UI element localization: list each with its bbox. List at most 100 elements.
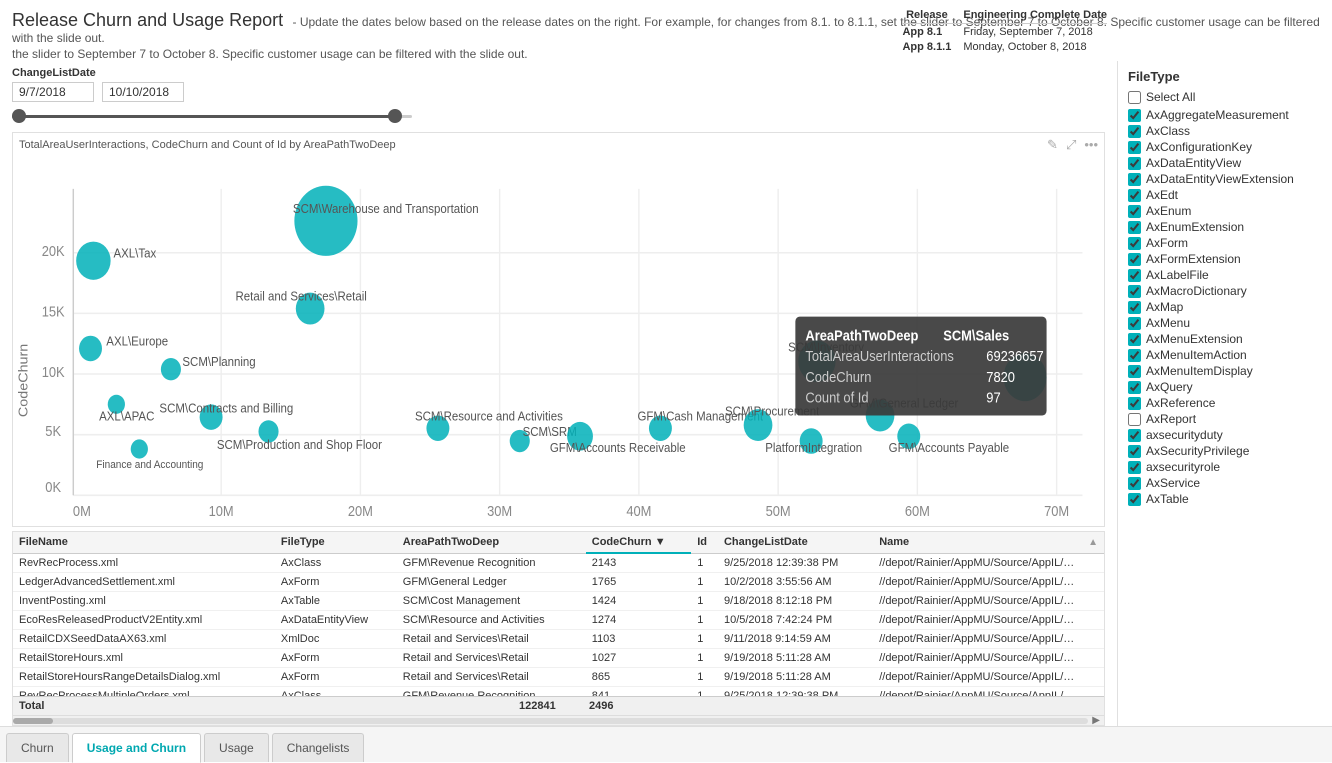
filetype-item[interactable]: AxMenuItemDisplay bbox=[1128, 363, 1322, 379]
filetype-item[interactable]: AxClass bbox=[1128, 123, 1322, 139]
filetype-item[interactable]: AxReport bbox=[1128, 411, 1322, 427]
svg-text:CodeChurn: CodeChurn bbox=[805, 369, 871, 385]
filetype-checkbox[interactable] bbox=[1128, 221, 1141, 234]
svg-text:0K: 0K bbox=[45, 479, 61, 495]
filetype-label: AxMenu bbox=[1146, 316, 1190, 330]
bubble-finance[interactable] bbox=[131, 439, 148, 458]
table-row[interactable]: RetailStoreHours.xml AxForm Retail and S… bbox=[13, 649, 1104, 668]
filetype-checkbox[interactable] bbox=[1128, 317, 1141, 330]
cell-filetype: AxTable bbox=[275, 592, 397, 611]
select-all-item[interactable]: Select All bbox=[1128, 89, 1322, 105]
filetype-item[interactable]: AxLabelFile bbox=[1128, 267, 1322, 283]
filetype-item[interactable]: AxMenuExtension bbox=[1128, 331, 1322, 347]
filetype-checkbox[interactable] bbox=[1128, 269, 1141, 282]
filetype-item[interactable]: AxFormExtension bbox=[1128, 251, 1322, 267]
filetype-checkbox[interactable] bbox=[1128, 205, 1141, 218]
cell-id: 1 bbox=[691, 687, 718, 697]
table-row[interactable]: RetailCDXSeedDataAX63.xml XmlDoc Retail … bbox=[13, 630, 1104, 649]
filetype-checkbox[interactable] bbox=[1128, 173, 1141, 186]
filetype-title: FileType bbox=[1128, 69, 1322, 84]
table-row[interactable]: EcoResReleasedProductV2Entity.xml AxData… bbox=[13, 611, 1104, 630]
filetype-item[interactable]: AxService bbox=[1128, 475, 1322, 491]
filetype-label: AxReport bbox=[1146, 412, 1196, 426]
filetype-label: AxDataEntityView bbox=[1146, 156, 1241, 170]
filetype-item[interactable]: AxDataEntityViewExtension bbox=[1128, 171, 1322, 187]
svg-text:CodeChurn: CodeChurn bbox=[16, 344, 30, 417]
filetype-checkbox[interactable] bbox=[1128, 157, 1141, 170]
tab-usage[interactable]: Usage bbox=[204, 733, 269, 762]
filetype-checkbox[interactable] bbox=[1128, 285, 1141, 298]
svg-text:0M: 0M bbox=[73, 503, 91, 519]
filetype-checkbox[interactable] bbox=[1128, 493, 1141, 506]
filetype-checkbox[interactable] bbox=[1128, 445, 1141, 458]
filetype-item[interactable]: AxAggregateMeasurement bbox=[1128, 107, 1322, 123]
slider-thumb-right[interactable] bbox=[388, 109, 402, 123]
cell-area: GFM\Revenue Recognition bbox=[397, 687, 586, 697]
table-row[interactable]: LedgerAdvancedSettlement.xml AxForm GFM\… bbox=[13, 573, 1104, 592]
filetype-checkbox[interactable] bbox=[1128, 429, 1141, 442]
filetype-item[interactable]: AxMenu bbox=[1128, 315, 1322, 331]
tab-changelists[interactable]: Changelists bbox=[272, 733, 365, 762]
filetype-checkbox[interactable] bbox=[1128, 461, 1141, 474]
filetype-checkbox[interactable] bbox=[1128, 413, 1141, 426]
bubble-scm-warehouse[interactable] bbox=[294, 186, 357, 256]
chart-expand-icon[interactable]: ⤢ bbox=[1066, 137, 1076, 153]
filetype-label: AxSecurityPrivilege bbox=[1146, 444, 1249, 458]
filetype-item[interactable]: AxMap bbox=[1128, 299, 1322, 315]
filetype-checkbox[interactable] bbox=[1128, 189, 1141, 202]
cell-id: 1 bbox=[691, 668, 718, 687]
svg-text:10K: 10K bbox=[42, 365, 65, 381]
filetype-item[interactable]: AxEnum bbox=[1128, 203, 1322, 219]
cell-name: //depot/Rainier/AppMU/Source/AppIL/Meta bbox=[873, 592, 1082, 611]
filetype-item[interactable]: AxEdt bbox=[1128, 187, 1322, 203]
cell-filename: RetailStoreHours.xml bbox=[13, 649, 275, 668]
filetype-item[interactable]: AxTable bbox=[1128, 491, 1322, 507]
filetype-checkbox[interactable] bbox=[1128, 237, 1141, 250]
data-table: FileName FileType AreaPathTwoDeep CodeCh… bbox=[13, 532, 1104, 696]
select-all-checkbox[interactable] bbox=[1128, 91, 1141, 104]
svg-text:AXL\Europe: AXL\Europe bbox=[106, 334, 168, 349]
filetype-item[interactable]: AxEnumExtension bbox=[1128, 219, 1322, 235]
filetype-item[interactable]: AxForm bbox=[1128, 235, 1322, 251]
tab-churn[interactable]: Churn bbox=[6, 733, 69, 762]
filetype-item[interactable]: AxMacroDictionary bbox=[1128, 283, 1322, 299]
filetype-item[interactable]: axsecurityrole bbox=[1128, 459, 1322, 475]
table-row[interactable]: InventPosting.xml AxTable SCM\Cost Manag… bbox=[13, 592, 1104, 611]
chart-title: TotalAreaUserInteractions, CodeChurn and… bbox=[19, 139, 396, 151]
date-to-input[interactable] bbox=[102, 82, 184, 102]
filetype-checkbox[interactable] bbox=[1128, 477, 1141, 490]
filetype-checkbox[interactable] bbox=[1128, 109, 1141, 122]
filetype-item[interactable]: AxMenuItemAction bbox=[1128, 347, 1322, 363]
chart-edit-icon[interactable]: ✎ bbox=[1047, 137, 1058, 153]
bubble-axl-tax[interactable] bbox=[76, 242, 110, 280]
filetype-item[interactable]: AxConfigurationKey bbox=[1128, 139, 1322, 155]
filetype-item[interactable]: AxQuery bbox=[1128, 379, 1322, 395]
filetype-checkbox[interactable] bbox=[1128, 301, 1141, 314]
filetype-item[interactable]: AxDataEntityView bbox=[1128, 155, 1322, 171]
filetype-checkbox[interactable] bbox=[1128, 125, 1141, 138]
bubble-axl-europe[interactable] bbox=[79, 336, 102, 362]
svg-text:AXL\APAC: AXL\APAC bbox=[99, 409, 154, 424]
tab-usage-and-churn[interactable]: Usage and Churn bbox=[72, 733, 201, 763]
filetype-checkbox[interactable] bbox=[1128, 141, 1141, 154]
slider-thumb-left[interactable] bbox=[12, 109, 26, 123]
table-row[interactable]: RetailStoreHoursRangeDetailsDialog.xml A… bbox=[13, 668, 1104, 687]
date-from-input[interactable] bbox=[12, 82, 94, 102]
table-row[interactable]: RevRecProcessMultipleOrders.xml AxClass … bbox=[13, 687, 1104, 697]
filetype-checkbox[interactable] bbox=[1128, 253, 1141, 266]
filetype-checkbox[interactable] bbox=[1128, 365, 1141, 378]
slider-label: ChangeListDate bbox=[12, 67, 1105, 79]
table-row[interactable]: RevRecProcess.xml AxClass GFM\Revenue Re… bbox=[13, 553, 1104, 573]
filetype-item[interactable]: AxReference bbox=[1128, 395, 1322, 411]
filetype-checkbox[interactable] bbox=[1128, 349, 1141, 362]
bubble-scm-planning[interactable] bbox=[161, 358, 181, 380]
filetype-item[interactable]: axsecurityduty bbox=[1128, 427, 1322, 443]
filetype-checkbox[interactable] bbox=[1128, 333, 1141, 346]
chart-more-icon[interactable]: ••• bbox=[1084, 137, 1098, 153]
filetype-label: AxClass bbox=[1146, 124, 1190, 138]
horizontal-scrollbar[interactable] bbox=[13, 717, 1088, 725]
filetype-item[interactable]: AxSecurityPrivilege bbox=[1128, 443, 1322, 459]
filetype-checkbox[interactable] bbox=[1128, 397, 1141, 410]
filetype-checkbox[interactable] bbox=[1128, 381, 1141, 394]
scroll-right-arrow[interactable]: ▶ bbox=[1088, 715, 1104, 725]
